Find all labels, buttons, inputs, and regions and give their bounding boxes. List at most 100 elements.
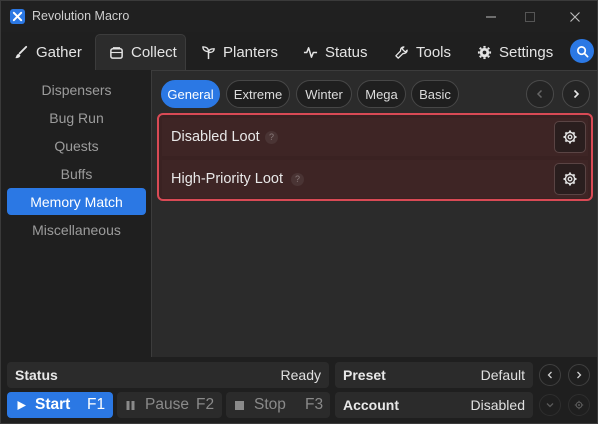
sprout-icon [202, 45, 215, 59]
play-icon [17, 400, 26, 410]
gear-icon [563, 172, 577, 186]
tab-label: Planters [223, 43, 279, 61]
app-window: Revolution Macro Gather Collect Planters… [0, 0, 598, 424]
pause-label: Pause [145, 396, 189, 413]
high-priority-loot-label: High-Priority Loot [171, 171, 284, 187]
title-bar: Revolution Macro [1, 1, 597, 32]
sidebar-item-dispensers[interactable]: Dispensers [7, 76, 146, 103]
scroll-right-button[interactable] [562, 80, 590, 108]
subtab-label: Basic [419, 86, 451, 102]
pause-button[interactable]: Pause F2 [117, 392, 222, 418]
start-hotkey: F1 [87, 396, 106, 413]
tab-label: Gather [36, 43, 82, 61]
sidebar-item-label: Bug Run [49, 109, 104, 126]
gear-icon [563, 130, 577, 144]
app-logo-icon [10, 9, 25, 24]
subtab-label: Extreme [233, 86, 283, 102]
status-value: Ready [280, 367, 321, 383]
high-priority-loot-settings-button[interactable] [554, 163, 586, 195]
search-button[interactable] [570, 39, 594, 63]
start-button[interactable]: Start F1 [7, 392, 113, 418]
tab-collect[interactable]: Collect [95, 34, 186, 70]
gear-icon [477, 45, 492, 59]
minimize-icon [486, 16, 496, 17]
minimize-button[interactable] [471, 1, 511, 32]
status-label: Status [15, 367, 58, 383]
subtab-mega[interactable]: Mega [357, 80, 406, 108]
sidebar-item-memory-match[interactable]: Memory Match [7, 188, 146, 215]
account-label: Account [343, 397, 399, 413]
pulse-icon [303, 46, 318, 58]
stop-hotkey: F3 [305, 396, 324, 413]
sidebar-item-quests[interactable]: Quests [7, 132, 146, 159]
high-priority-loot-row: High-Priority Loot ? [162, 160, 588, 198]
stop-label: Stop [254, 396, 286, 413]
tab-tools[interactable]: Tools [394, 34, 451, 70]
stop-button[interactable]: Stop F3 [226, 392, 330, 418]
subtab-label: Mega [365, 86, 398, 102]
window-title: Revolution Macro [32, 9, 130, 23]
pause-icon [126, 400, 135, 410]
sidebar-item-buffs[interactable]: Buffs [7, 160, 146, 187]
subtab-basic[interactable]: Basic [411, 80, 459, 108]
content-panel: General Extreme Winter Mega Basic Disabl… [151, 70, 597, 357]
help-icon[interactable]: ? [265, 130, 278, 144]
account-dropdown-button[interactable] [539, 394, 561, 416]
preset-prev-button[interactable] [539, 364, 561, 386]
subtab-extreme[interactable]: Extreme [226, 80, 290, 108]
subtab-label: General [167, 86, 214, 102]
bag-icon [110, 47, 123, 59]
help-icon[interactable]: ? [291, 172, 304, 186]
bottom-bar: Status Ready Preset Default Start F1 Pau… [1, 357, 597, 423]
account-value: Disabled [470, 397, 525, 413]
sidebar-item-label: Miscellaneous [32, 221, 121, 238]
sidebar-item-label: Buffs [60, 165, 93, 182]
tab-label: Settings [499, 43, 554, 61]
sidebar-item-label: Quests [54, 137, 99, 154]
pause-hotkey: F2 [196, 396, 215, 413]
account-settings-button[interactable] [568, 394, 590, 416]
account-field[interactable]: Account Disabled [335, 392, 533, 418]
sidebar-item-label: Memory Match [30, 193, 123, 210]
disabled-loot-settings-button[interactable] [554, 121, 586, 153]
disabled-loot-row: Disabled Loot ? [162, 118, 588, 156]
close-button[interactable] [555, 1, 595, 32]
start-label: Start [35, 396, 71, 413]
gear-icon [574, 400, 584, 410]
chevron-right-icon [573, 89, 580, 99]
loot-settings-group: Disabled Loot ? High-Priority Loot ? [157, 113, 593, 201]
brush-icon [15, 45, 28, 58]
chevron-right-icon [577, 371, 582, 379]
preset-value: Default [480, 367, 525, 383]
wrench-icon [395, 45, 408, 59]
close-icon [570, 11, 580, 22]
chevron-left-icon [547, 371, 552, 379]
tab-label: Status [325, 43, 368, 61]
subtab-winter[interactable]: Winter [296, 80, 352, 108]
scroll-left-button[interactable] [526, 80, 554, 108]
tab-planters[interactable]: Planters [201, 34, 278, 70]
maximize-button[interactable] [510, 1, 550, 32]
status-field: Status Ready [7, 362, 329, 388]
preset-label: Preset [343, 367, 386, 383]
tab-gather[interactable]: Gather [14, 34, 82, 70]
chevron-down-icon [546, 403, 554, 408]
tab-settings[interactable]: Settings [477, 34, 553, 70]
tab-label: Tools [416, 43, 452, 61]
chevron-left-icon [536, 89, 543, 99]
subtab-label: Winter [305, 86, 343, 102]
preset-next-button[interactable] [568, 364, 590, 386]
subtab-general[interactable]: General [161, 80, 220, 108]
preset-field[interactable]: Preset Default [335, 362, 533, 388]
tab-status[interactable]: Status [303, 34, 368, 70]
sidebar-item-label: Dispensers [41, 81, 112, 98]
main-nav: Gather Collect Planters Status Tools Set… [1, 32, 597, 70]
disabled-loot-label: Disabled Loot [171, 129, 260, 145]
sidebar-item-miscellaneous[interactable]: Miscellaneous [7, 216, 146, 243]
maximize-icon [525, 11, 535, 22]
stop-icon [235, 400, 244, 410]
sidebar: Dispensers Bug Run Quests Buffs Memory M… [1, 70, 151, 357]
sidebar-item-bug-run[interactable]: Bug Run [7, 104, 146, 131]
search-icon [576, 45, 588, 57]
tab-label: Collect [131, 44, 177, 61]
